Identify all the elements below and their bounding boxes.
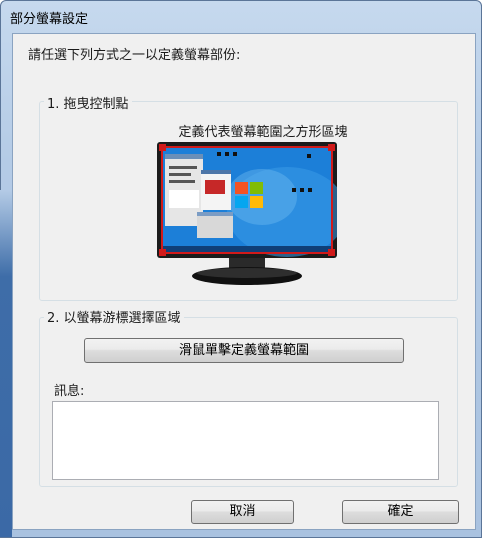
corner-handle-top-right <box>328 144 335 151</box>
message-box[interactable] <box>52 401 439 480</box>
corner-handle-top-left <box>159 144 166 151</box>
message-label: 訊息: <box>54 384 85 399</box>
corner-handle-bottom-right <box>328 249 335 256</box>
window-title: 部分螢幕設定 <box>10 12 89 27</box>
define-screen-area-button[interactable]: 滑鼠單擊定義螢幕範圍 <box>84 338 404 363</box>
ok-button[interactable]: 確定 <box>342 500 459 524</box>
cursor-select-group-label: 2. 以螢幕游標選擇區域 <box>44 307 184 326</box>
drag-handles-group-label: 1. 拖曳控制點 <box>44 93 132 112</box>
window-border-strip <box>0 190 12 537</box>
corner-handle-bottom-left <box>159 249 166 256</box>
monitor-preview[interactable] <box>157 142 337 287</box>
cancel-button[interactable]: 取消 <box>191 500 294 524</box>
instruction-text: 請任選下列方式之一以定義螢幕部份: <box>28 48 241 63</box>
monitor-caption: 定義代表螢幕範圍之方形區塊 <box>178 125 348 140</box>
